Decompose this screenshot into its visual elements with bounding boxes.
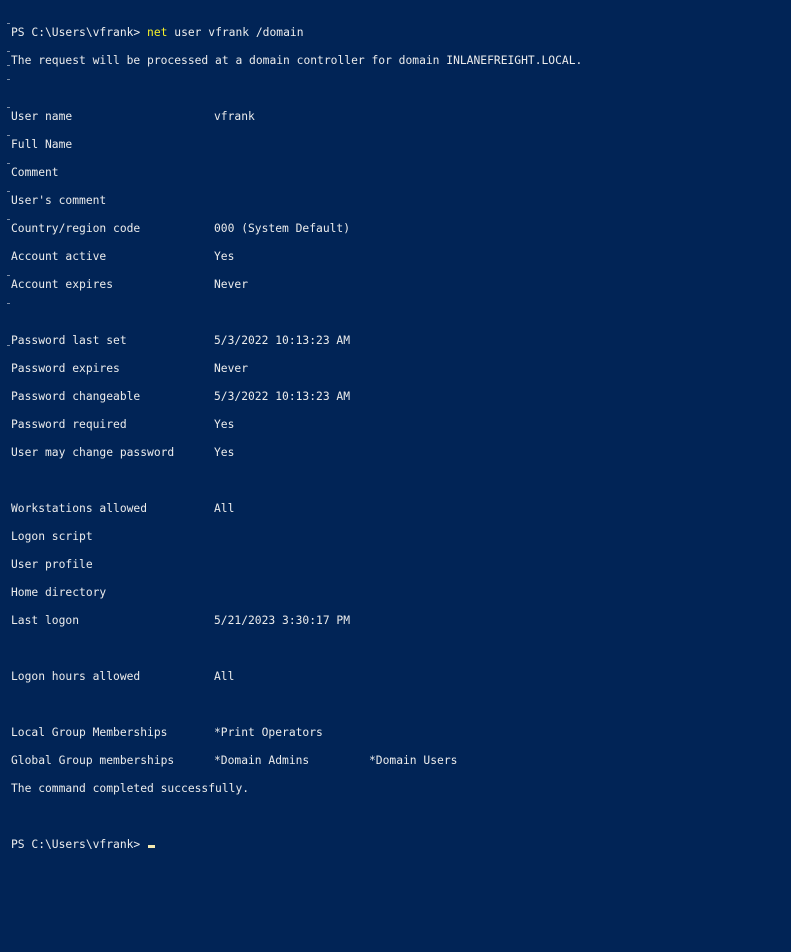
- field-label: Account active: [11, 250, 107, 263]
- field-label: Password changeable: [11, 390, 141, 403]
- field-password-last-set: Password last set 5/3/2022 10:13:23 AM: [11, 334, 791, 348]
- field-users-comment: User's comment: [11, 194, 791, 208]
- field-label: Country/region code: [11, 222, 141, 235]
- field-value: Never: [214, 362, 249, 375]
- field-label: User name: [11, 110, 73, 123]
- field-value: Yes: [214, 446, 235, 459]
- field-label: Local Group Memberships: [11, 726, 168, 739]
- field-label: User profile: [11, 558, 93, 571]
- field-password-required: Password required Yes: [11, 418, 791, 432]
- line-marker: [7, 107, 10, 108]
- field-home-directory: Home directory: [11, 586, 791, 600]
- field-logon-hours-allowed: Logon hours allowed All: [11, 670, 791, 684]
- field-workstations-allowed: Workstations allowed All: [11, 502, 791, 516]
- field-user-may-change-password: User may change password Yes: [11, 446, 791, 460]
- field-label: Password expires: [11, 362, 120, 375]
- field-label: Comment: [11, 166, 59, 179]
- command-line: PS C:\Users\vfrank> net user vfrank /dom…: [11, 26, 791, 40]
- line-marker: [7, 79, 10, 80]
- field-label: Home directory: [11, 586, 107, 599]
- line-marker: [7, 345, 10, 346]
- line-marker: [7, 135, 10, 136]
- field-value: Yes: [214, 250, 235, 263]
- prompt: PS C:\Users\vfrank>: [11, 838, 141, 851]
- field-value: All: [214, 502, 235, 515]
- line-marker: [7, 65, 10, 66]
- prompt: PS C:\Users\vfrank>: [11, 26, 141, 39]
- line-marker: [7, 219, 10, 220]
- command-name: net: [147, 26, 168, 39]
- field-label: Logon hours allowed: [11, 670, 141, 683]
- field-value: vfrank: [214, 110, 255, 123]
- field-logon-script: Logon script: [11, 530, 791, 544]
- line-marker: [7, 23, 10, 24]
- field-label: Logon script: [11, 530, 93, 543]
- request-message: The request will be processed at a domai…: [11, 54, 583, 67]
- field-value: Yes: [214, 418, 235, 431]
- command-args: user vfrank /domain: [174, 26, 304, 39]
- field-label: User may change password: [11, 446, 175, 459]
- group-value: *Domain Users: [369, 754, 458, 767]
- powershell-console[interactable]: PS C:\Users\vfrank> net user vfrank /dom…: [0, 0, 791, 851]
- field-label: Full Name: [11, 138, 73, 151]
- line-marker: [7, 275, 10, 276]
- field-password-expires: Password expires Never: [11, 362, 791, 376]
- field-label: Global Group memberships: [11, 754, 175, 767]
- field-label: Password required: [11, 418, 127, 431]
- field-value: Never: [214, 278, 249, 291]
- current-prompt-line[interactable]: PS C:\Users\vfrank>: [11, 838, 791, 852]
- line-marker: [7, 303, 10, 304]
- field-user-profile: User profile: [11, 558, 791, 572]
- field-label: Password last set: [11, 334, 127, 347]
- field-value: 5/21/2023 3:30:17 PM: [214, 614, 351, 627]
- line-marker: [7, 51, 10, 52]
- field-label: Account expires: [11, 278, 114, 291]
- field-account-active: Account active Yes: [11, 250, 791, 264]
- field-value: 000 (System Default): [214, 222, 351, 235]
- field-comment: Comment: [11, 166, 791, 180]
- field-value: 5/3/2022 10:13:23 AM: [214, 390, 351, 403]
- line-marker: [7, 191, 10, 192]
- field-last-logon: Last logon 5/21/2023 3:30:17 PM: [11, 614, 791, 628]
- field-full-name: Full Name: [11, 138, 791, 152]
- group-value: *Domain Admins: [214, 754, 310, 767]
- field-local-groups: Local Group Memberships *Print Operators: [11, 726, 791, 740]
- field-label: Last logon: [11, 614, 80, 627]
- field-global-groups: Global Group memberships *Domain Admins *D…: [11, 754, 791, 768]
- field-user-name: User name vfrank: [11, 110, 791, 124]
- field-value: All: [214, 670, 235, 683]
- field-country-code: Country/region code 000 (System Default): [11, 222, 791, 236]
- field-password-changeable: Password changeable 5/3/2022 10:13:23 AM: [11, 390, 791, 404]
- field-value: 5/3/2022 10:13:23 AM: [214, 334, 351, 347]
- field-account-expires: Account expires Never: [11, 278, 791, 292]
- field-label: User's comment: [11, 194, 107, 207]
- line-marker: [7, 163, 10, 164]
- field-label: Workstations allowed: [11, 502, 148, 515]
- text-cursor: [148, 845, 156, 848]
- group-value: *Print Operators: [214, 726, 323, 739]
- completion-message: The command completed successfully.: [11, 782, 250, 795]
